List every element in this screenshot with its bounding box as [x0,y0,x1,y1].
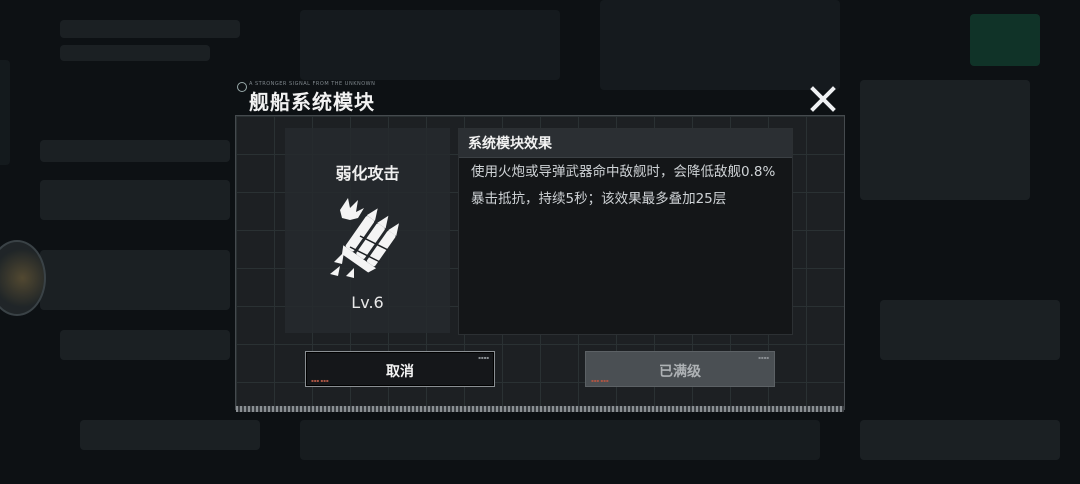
crosshair-icon [237,82,247,92]
dialog-title: 舰船系统模块 [249,90,375,114]
cancel-button[interactable]: 取消 ▪▪▪ ▪▪▪ ▪▪▪▪ [305,351,495,387]
module-name: 弱化攻击 [335,164,400,183]
module-effect-panel: 系统模块效果 使用火炮或导弹武器命中敌舰时，会降低敌舰0.8%暴击抵抗，持续5秒… [458,128,793,335]
effect-heading: 系统模块效果 [468,136,552,152]
module-level: Lv.6 [351,293,384,312]
missile-barrage-icon [320,192,410,282]
max-level-button-label: 已满级 [659,364,701,380]
effect-description: 使用火炮或导弹武器命中敌舰时，会降低敌舰0.8%暴击抵抗，持续5秒；该效果最多叠… [471,164,776,207]
module-info-panel: 弱化攻击 Lv.6 [285,128,450,333]
max-level-button: 已满级 ▪▪▪ ▪▪▪ ▪▪▪▪ [585,351,775,387]
cancel-button-label: 取消 [386,364,414,380]
close-icon[interactable] [810,86,836,112]
